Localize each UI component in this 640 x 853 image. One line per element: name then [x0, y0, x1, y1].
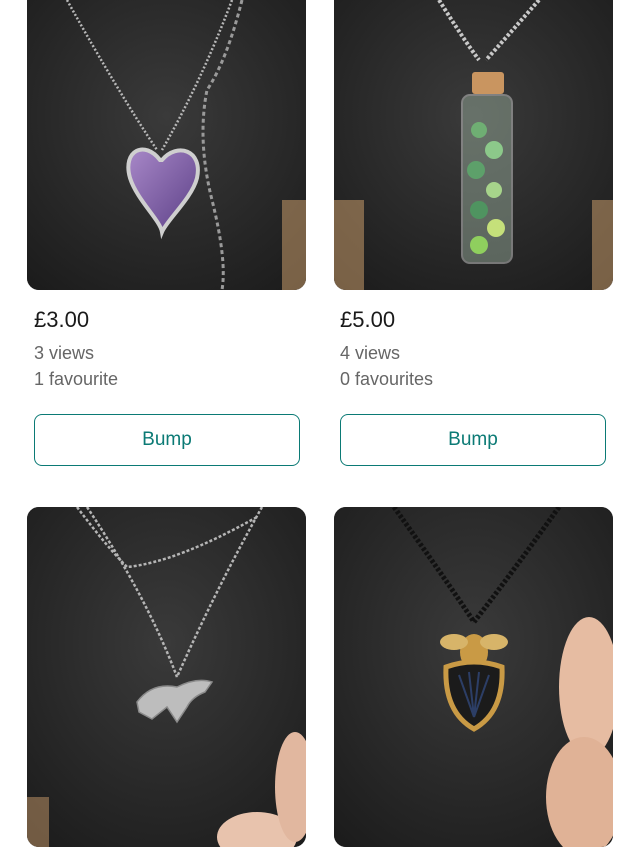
listing-photo-heart-necklace[interactable]: [27, 0, 306, 290]
listing-views: 3 views: [34, 343, 95, 363]
listing-price: £3.00: [34, 307, 90, 332]
listing-info-1: £3.00 3 views 1 favourite: [34, 306, 304, 392]
listing-favourites: 1 favourite: [34, 369, 119, 389]
listing-price: £5.00: [340, 307, 396, 332]
listing-grid: £3.00 3 views 1 favourite £5.00 4 views …: [0, 0, 640, 853]
bump-button[interactable]: Bump: [34, 414, 300, 466]
listing-photo-horse-necklace[interactable]: [27, 507, 306, 847]
bump-button[interactable]: Bump: [340, 414, 606, 466]
listing-views: 4 views: [340, 343, 401, 363]
listing-photo-bee-necklace[interactable]: [334, 507, 613, 847]
listing-photo-bottle-necklace[interactable]: [334, 0, 613, 290]
listing-info-2: £5.00 4 views 0 favourites: [340, 306, 610, 392]
listing-favourites: 0 favourites: [340, 369, 434, 389]
